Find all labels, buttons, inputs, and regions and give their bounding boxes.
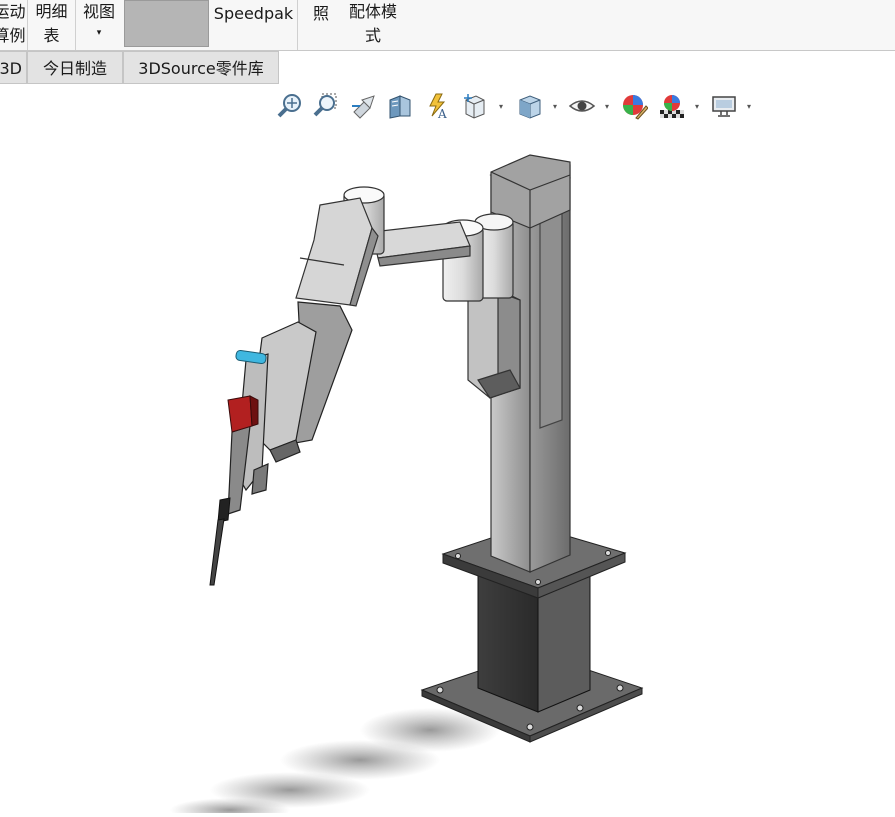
tab-3d[interactable]: 3D <box>0 51 27 84</box>
view-orientation-dropdown-icon[interactable]: ▾ <box>496 102 506 112</box>
photo-label: 照 <box>312 4 329 23</box>
heads-up-view-toolbar: A ▾ ▾ ▾ ▾ ▾ <box>272 88 762 124</box>
tab-today-manufacturing[interactable]: 今日制造 <box>27 51 123 84</box>
configuration-label-1: 配体模 <box>348 2 397 21</box>
blank-ribbon-button[interactable] <box>124 0 209 47</box>
previous-view-icon[interactable] <box>348 88 380 124</box>
forearm <box>295 197 379 307</box>
view-menu-button[interactable]: 视图 ▾ <box>76 0 122 50</box>
view-label: 视图 <box>82 2 115 21</box>
view-settings-dropdown-icon[interactable]: ▾ <box>744 102 754 112</box>
command-manager-ribbon: 运动 算例 明细 表 视图 ▾ Speedpak 照 配体模 式 <box>0 0 895 51</box>
svg-text:A: A <box>437 107 447 120</box>
speedpak-label: Speedpak <box>213 4 294 23</box>
motion-study-label-1: 运动 <box>0 2 26 21</box>
view-settings-icon[interactable] <box>708 88 740 124</box>
bom-label-2: 表 <box>43 26 60 45</box>
tab-3dsource-library[interactable]: 3DSource零件库 <box>123 51 279 84</box>
zoom-to-fit-icon[interactable] <box>274 88 306 124</box>
speedpak-button[interactable]: Speedpak <box>210 0 298 50</box>
hide-show-items-icon[interactable] <box>566 88 598 124</box>
floor-shadow <box>170 708 500 817</box>
carriage <box>467 289 521 399</box>
bom-label-1: 明细 <box>35 2 68 21</box>
display-style-dropdown-icon[interactable]: ▾ <box>550 102 560 112</box>
graphics-area[interactable] <box>0 125 895 817</box>
apply-scene-icon[interactable] <box>656 88 688 124</box>
view-orientation-icon[interactable] <box>458 88 490 124</box>
robot-arm-model[interactable] <box>0 125 895 817</box>
command-tabs: 3D 今日制造 3DSource零件库 <box>0 51 280 84</box>
dynamic-annotation-icon[interactable]: A <box>422 88 454 124</box>
motion-study-label-2: 算例 <box>0 26 26 45</box>
motion-study-button[interactable]: 运动 算例 <box>0 0 28 50</box>
zoom-to-area-icon[interactable] <box>310 88 342 124</box>
chevron-down-icon[interactable]: ▾ <box>76 24 122 42</box>
bom-button[interactable]: 明细 表 <box>28 0 76 50</box>
configuration-button[interactable]: 配体模 式 <box>340 0 406 50</box>
edit-appearance-icon[interactable] <box>618 88 650 124</box>
configuration-label-2: 式 <box>364 26 381 45</box>
display-style-icon[interactable] <box>514 88 546 124</box>
instrument-shaft <box>209 497 231 586</box>
apply-scene-dropdown-icon[interactable]: ▾ <box>692 102 702 112</box>
hide-show-dropdown-icon[interactable]: ▾ <box>602 102 612 112</box>
photo-button[interactable]: 照 <box>304 0 338 50</box>
section-view-icon[interactable] <box>384 88 416 124</box>
